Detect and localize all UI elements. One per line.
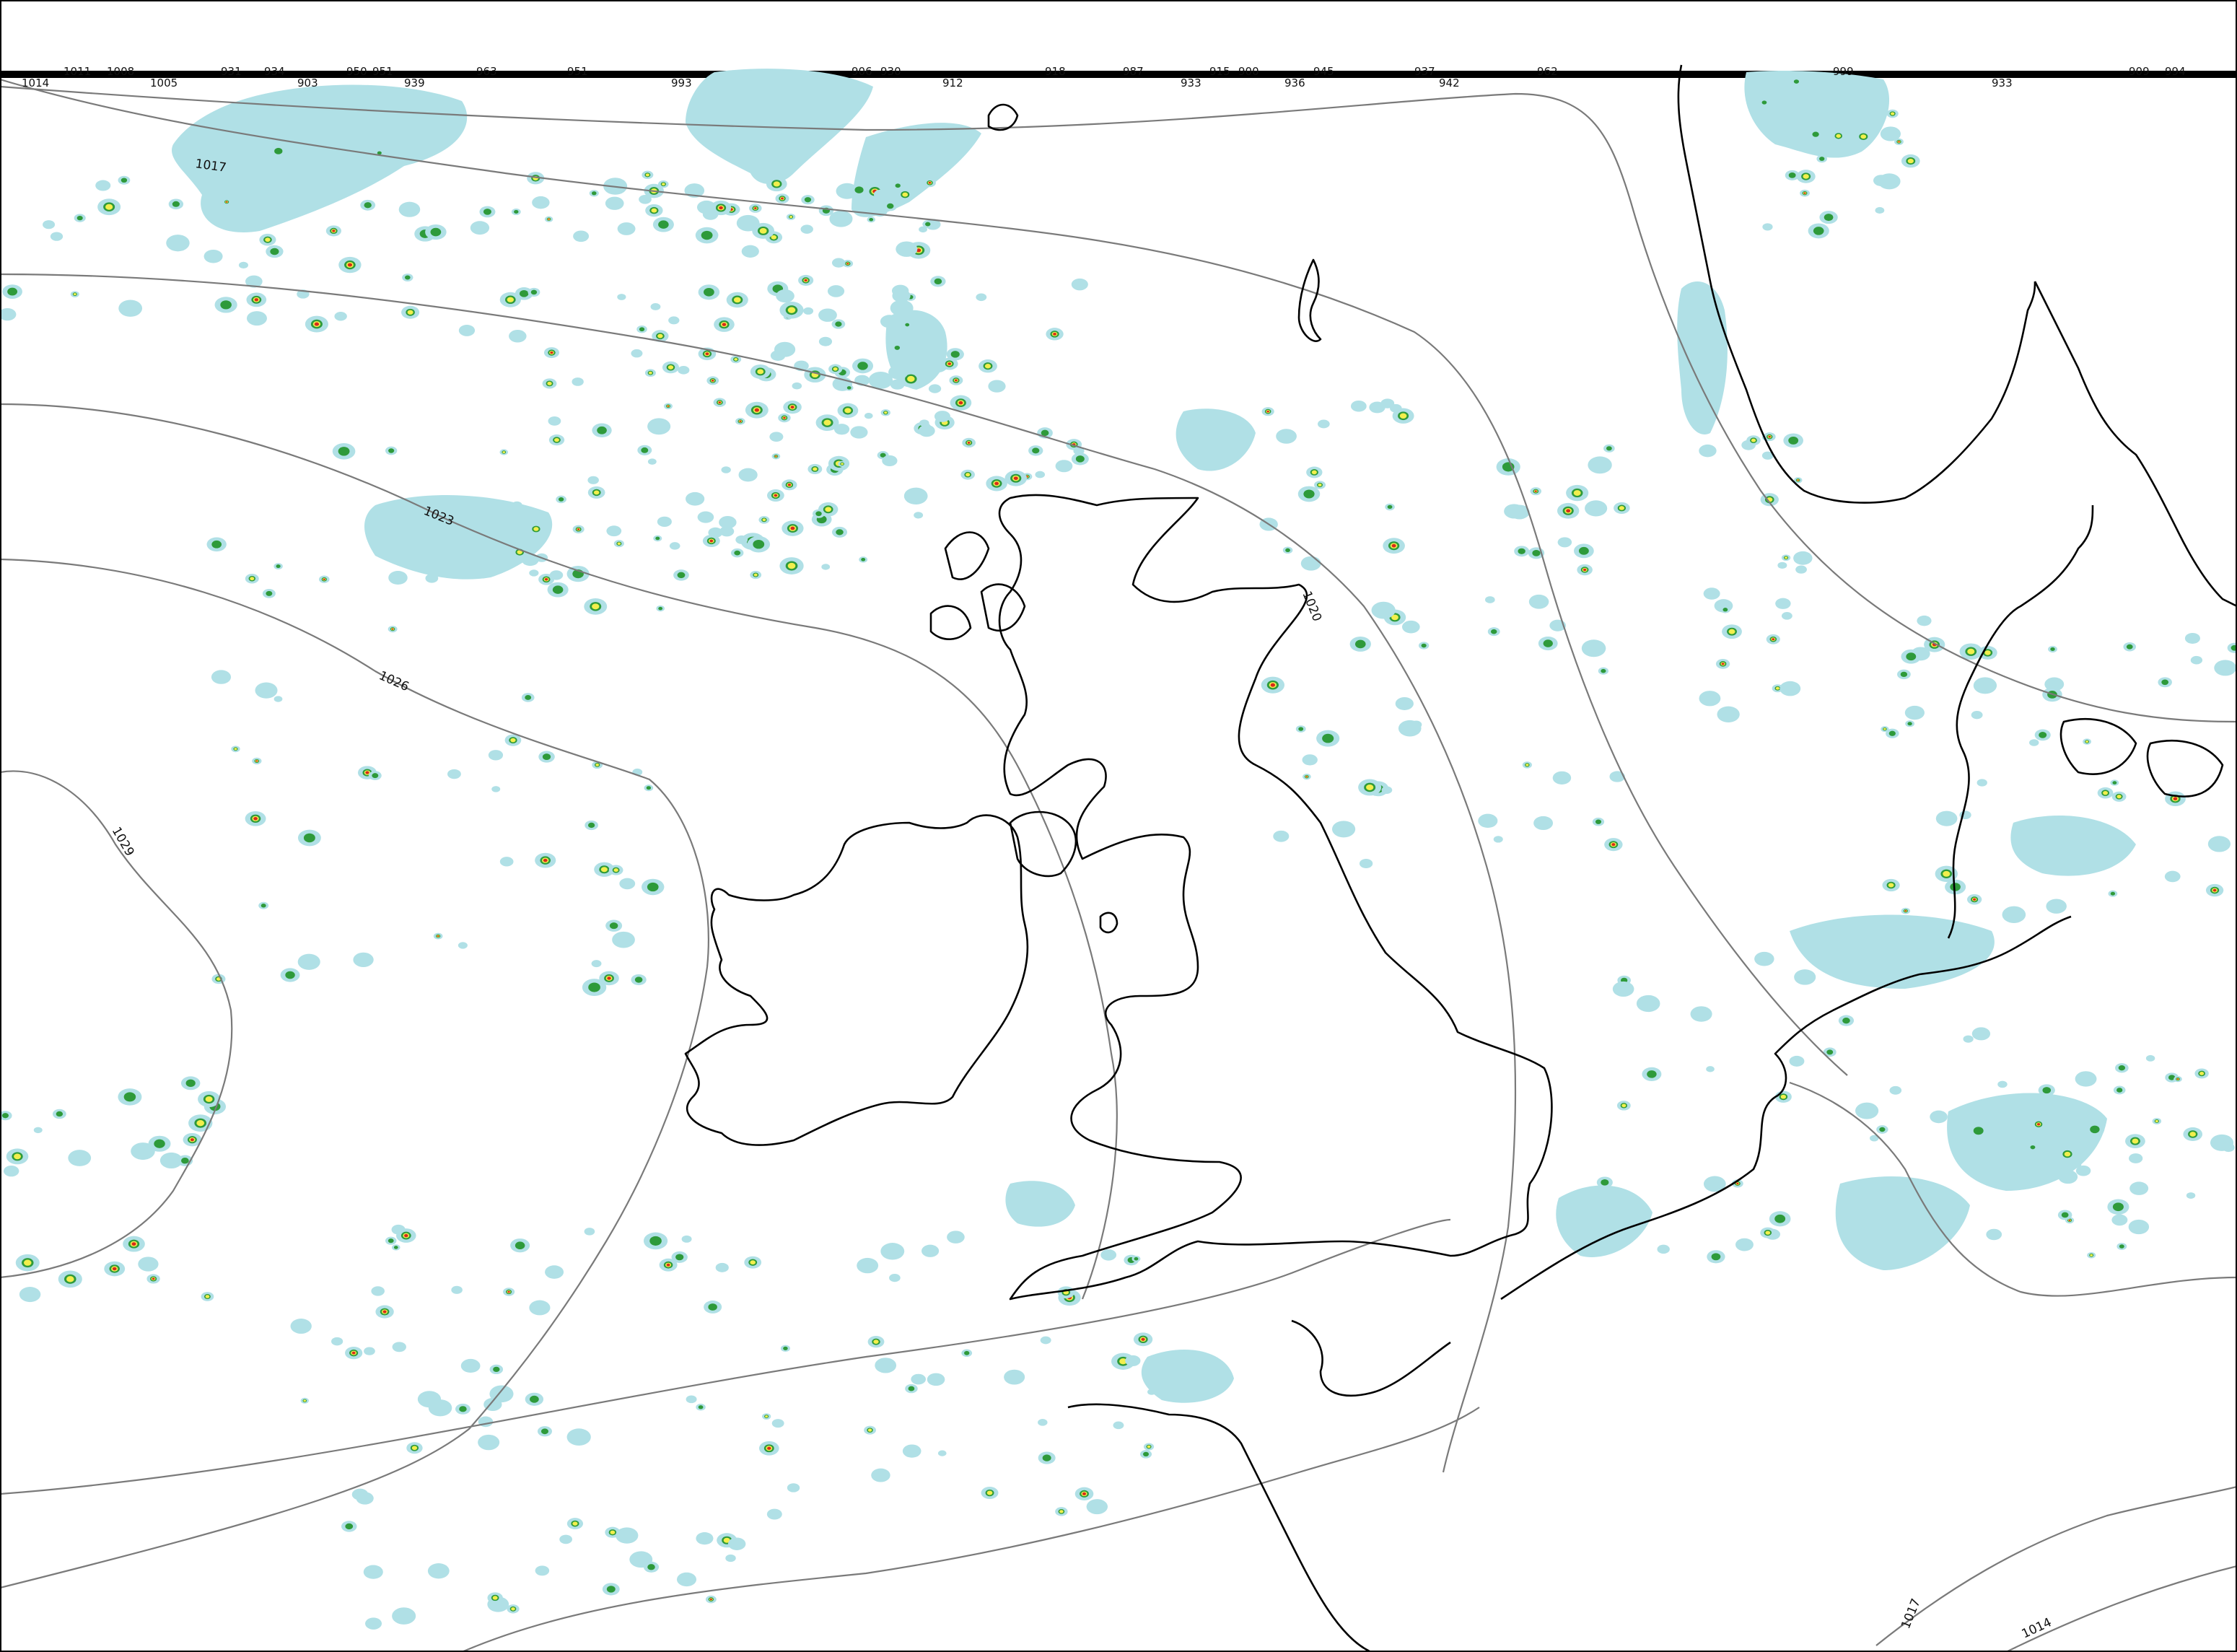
map-frame <box>0 0 2237 1652</box>
